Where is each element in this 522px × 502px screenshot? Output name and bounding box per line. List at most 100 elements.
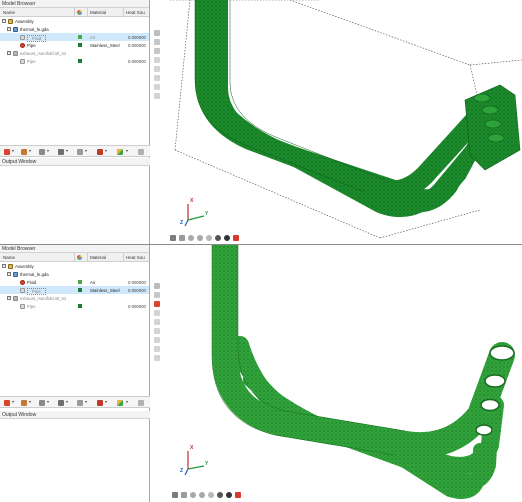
ruler-icon[interactable] bbox=[154, 337, 160, 343]
graphics-viewport[interactable]: X Y Z bbox=[150, 0, 522, 244]
tree-row-component-exhaust[interactable]: − exhaust_manifold.stl_txt bbox=[0, 294, 149, 302]
mesh-toggle-icon[interactable] bbox=[226, 492, 232, 498]
heat-source-value[interactable]: 0.000000 bbox=[128, 43, 146, 48]
zoom-window-icon[interactable] bbox=[197, 235, 203, 241]
tree-row-part-pipe[interactable]: Pipe Stainless_Steel 0.000000 bbox=[0, 41, 149, 49]
collapse-icon[interactable]: − bbox=[7, 51, 11, 55]
tree-row-part-pipe[interactable]: Pipe Stainless_Steel 0.000000 bbox=[0, 286, 149, 295]
section-icon[interactable] bbox=[154, 328, 160, 334]
chevron-down-icon[interactable] bbox=[12, 401, 14, 403]
tree-row-part-pipe-2[interactable]: Pipe 0.000000 bbox=[0, 302, 149, 310]
assembly-tool-icon[interactable] bbox=[3, 399, 11, 407]
collapse-icon[interactable]: − bbox=[7, 27, 11, 31]
mesh-toggle-icon[interactable] bbox=[224, 235, 230, 241]
spin-icon[interactable] bbox=[154, 57, 160, 63]
collapse-icon[interactable]: − bbox=[7, 296, 11, 300]
view-icon[interactable] bbox=[154, 319, 160, 325]
fit-view-icon[interactable] bbox=[179, 235, 185, 241]
tree-row-part-fluid[interactable]: Fluid Air 0.000000 bbox=[0, 278, 149, 286]
column-header-material[interactable]: Material bbox=[90, 255, 106, 260]
column-header-material[interactable]: Material bbox=[90, 10, 106, 15]
rotate-icon[interactable] bbox=[208, 492, 214, 498]
chevron-down-icon[interactable] bbox=[105, 150, 107, 152]
column-header-heat-source[interactable]: Heat Sou bbox=[126, 10, 145, 15]
ruler-icon[interactable] bbox=[154, 84, 160, 90]
column-header-heat-source[interactable]: Heat Sou bbox=[126, 255, 145, 260]
color-column-icon[interactable] bbox=[77, 255, 82, 260]
pan-icon[interactable] bbox=[154, 292, 160, 298]
rotate-icon[interactable] bbox=[206, 235, 212, 241]
shading-icon[interactable] bbox=[217, 492, 223, 498]
probe-icon[interactable] bbox=[154, 355, 160, 361]
chevron-down-icon[interactable] bbox=[47, 150, 49, 152]
collapse-icon[interactable]: − bbox=[2, 264, 6, 268]
material-tool-icon[interactable] bbox=[57, 148, 65, 156]
collapse-icon[interactable]: − bbox=[2, 19, 6, 23]
load-tool-icon[interactable] bbox=[76, 399, 84, 407]
chevron-down-icon[interactable] bbox=[126, 150, 128, 152]
rotate-icon[interactable] bbox=[154, 283, 160, 289]
color-tool-icon[interactable] bbox=[116, 148, 124, 156]
heat-source-value[interactable]: 0.000000 bbox=[128, 304, 146, 309]
pan-icon[interactable] bbox=[154, 39, 160, 45]
column-header-name[interactable]: Name bbox=[3, 255, 15, 260]
shading-icon[interactable] bbox=[215, 235, 221, 241]
chevron-down-icon[interactable] bbox=[126, 401, 128, 403]
heat-source-value[interactable]: 0.000000 bbox=[128, 288, 146, 293]
chevron-down-icon[interactable] bbox=[29, 401, 31, 403]
axis-triad-icon[interactable] bbox=[170, 235, 176, 241]
color-map-icon[interactable] bbox=[235, 492, 241, 498]
mesh-tool-icon[interactable] bbox=[20, 148, 28, 156]
tree-row-assembly[interactable]: − Assembly bbox=[0, 262, 149, 270]
pin-tool-icon[interactable] bbox=[96, 148, 104, 156]
chevron-down-icon[interactable] bbox=[47, 401, 49, 403]
settings-tool-icon[interactable] bbox=[137, 399, 145, 407]
load-tool-icon[interactable] bbox=[76, 148, 84, 156]
tree-row-component-thermal[interactable]: − thermal_fe.gda bbox=[0, 25, 149, 33]
tree-row-component-exhaust[interactable]: − exhaust_manifold.stl_txt bbox=[0, 49, 149, 57]
zoom-icon[interactable] bbox=[188, 235, 194, 241]
mesh-tool-icon[interactable] bbox=[20, 399, 28, 407]
chevron-down-icon[interactable] bbox=[29, 150, 31, 152]
material-value[interactable]: Air bbox=[90, 280, 95, 285]
heat-source-value[interactable]: 0.000000 bbox=[128, 280, 146, 285]
graphics-viewport[interactable]: X Y Z bbox=[150, 245, 522, 502]
fit-view-icon[interactable] bbox=[181, 492, 187, 498]
material-value[interactable]: Stainless_Steel bbox=[90, 288, 120, 293]
color-map-icon[interactable] bbox=[233, 235, 239, 241]
zoom-icon[interactable] bbox=[154, 310, 160, 316]
zoom-window-icon[interactable] bbox=[199, 492, 205, 498]
column-header-name[interactable]: Name bbox=[3, 10, 15, 15]
zoom-icon[interactable] bbox=[190, 492, 196, 498]
chevron-down-icon[interactable] bbox=[105, 401, 107, 403]
tree-row-part-fluid[interactable]: Fluid Air 0.000000 bbox=[0, 33, 149, 42]
chevron-down-icon[interactable] bbox=[66, 150, 68, 152]
rotate-icon[interactable] bbox=[154, 30, 160, 36]
chevron-down-icon[interactable] bbox=[85, 150, 87, 152]
select-icon[interactable] bbox=[154, 301, 160, 307]
material-value[interactable]: Stainless_Steel bbox=[90, 43, 120, 48]
chevron-down-icon[interactable] bbox=[85, 401, 87, 403]
layers-icon[interactable] bbox=[154, 93, 160, 99]
view-icon[interactable] bbox=[154, 66, 160, 72]
section-icon[interactable] bbox=[154, 75, 160, 81]
heat-source-value[interactable]: 0.000000 bbox=[128, 35, 146, 40]
settings-tool-icon[interactable] bbox=[137, 148, 145, 156]
layers-icon[interactable] bbox=[154, 346, 160, 352]
material-tool-icon[interactable] bbox=[57, 399, 65, 407]
zoom-icon[interactable] bbox=[154, 48, 160, 54]
chevron-down-icon[interactable] bbox=[12, 150, 14, 152]
part-tool-icon[interactable] bbox=[38, 148, 46, 156]
material-value[interactable]: Air bbox=[90, 35, 95, 40]
heat-source-value[interactable]: 0.000000 bbox=[128, 59, 146, 64]
pin-tool-icon[interactable] bbox=[96, 399, 104, 407]
collapse-icon[interactable]: − bbox=[7, 272, 11, 276]
chevron-down-icon[interactable] bbox=[66, 401, 68, 403]
tree-row-part-pipe-2[interactable]: Pipe 0.000000 bbox=[0, 57, 149, 65]
assembly-tool-icon[interactable] bbox=[3, 148, 11, 156]
color-tool-icon[interactable] bbox=[116, 399, 124, 407]
tree-row-assembly[interactable]: − Assembly bbox=[0, 17, 149, 25]
tree-row-component-thermal[interactable]: − thermal_fe.gda bbox=[0, 270, 149, 278]
axis-triad-icon[interactable] bbox=[172, 492, 178, 498]
part-tool-icon[interactable] bbox=[38, 399, 46, 407]
